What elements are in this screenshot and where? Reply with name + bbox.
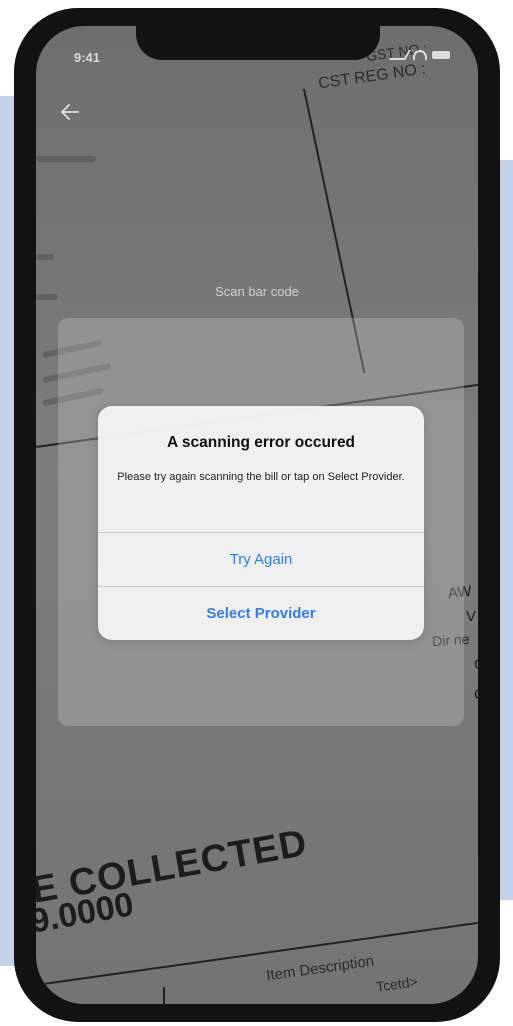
dialog-title: A scanning error occured	[166, 434, 356, 451]
phone-screen: 9:41 GST NO : CST REG NO : AW V Dir ne C…	[36, 26, 478, 1004]
receipt-tcetd-label: Tcetd>	[375, 973, 419, 995]
phone-frame: 9:41 GST NO : CST REG NO : AW V Dir ne C…	[14, 8, 500, 1022]
receipt-cst-label: CST REG NO :	[317, 60, 427, 93]
back-arrow-icon[interactable]	[58, 100, 82, 124]
dialog-message: Please try again scanning the bill or ta…	[117, 471, 405, 483]
receipt-blurred-text	[36, 156, 96, 162]
battery-icon	[432, 51, 450, 59]
phone-notch	[136, 26, 380, 60]
receipt-line	[163, 987, 165, 1004]
error-dialog: A scanning error occured Please try agai…	[98, 406, 424, 640]
signal-icon	[389, 50, 411, 60]
wifi-icon	[413, 50, 427, 60]
receipt-side-text: C	[474, 656, 478, 673]
select-provider-button[interactable]: Select Provider	[98, 587, 424, 640]
scan-label: Scan bar code	[215, 284, 299, 299]
status-time: 9:41	[74, 50, 101, 65]
receipt-item-description-header: Item Description	[265, 952, 376, 985]
try-again-button[interactable]: Try Again	[98, 533, 424, 587]
receipt-side-text: V	[466, 608, 477, 625]
receipt-blurred-text	[36, 254, 54, 260]
receipt-side-text: C	[474, 686, 478, 703]
status-icons	[389, 50, 450, 60]
